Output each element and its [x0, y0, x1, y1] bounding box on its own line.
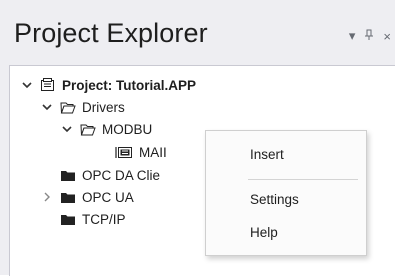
folder-open-icon	[60, 101, 76, 114]
tree-item-label: Project: Tutorial.APP	[62, 77, 197, 93]
tree-item-drivers[interactable]: Drivers	[40, 96, 125, 118]
tree-item-opc-ua[interactable]: OPC UA	[40, 186, 134, 208]
panel-title: Project Explorer	[14, 18, 208, 48]
tree-item-label: OPC DA Clie	[82, 167, 161, 183]
folder-icon	[60, 213, 76, 226]
folder-icon	[60, 169, 76, 182]
chevron-right-icon[interactable]	[40, 192, 54, 202]
menu-separator	[248, 179, 358, 180]
device-icon	[115, 146, 133, 159]
context-menu: Insert Settings Help	[205, 130, 367, 256]
tree-item-label: TCP/IP	[82, 211, 126, 227]
menu-item-help[interactable]: Help	[250, 225, 278, 240]
menu-item-settings[interactable]: Settings	[250, 192, 299, 207]
folder-open-icon	[80, 123, 96, 136]
tree-item-label: MODBU	[102, 121, 153, 137]
tree-item-tcp-ip[interactable]: TCP/IP	[40, 208, 126, 230]
folder-icon	[60, 191, 76, 204]
chevron-down-icon[interactable]	[20, 81, 34, 89]
window-controls: ▾ ×	[349, 28, 391, 44]
menu-item-insert[interactable]: Insert	[250, 147, 284, 162]
chevron-down-icon[interactable]	[40, 103, 54, 111]
tree-item-main[interactable]: MAII	[115, 141, 167, 163]
tree-item-project[interactable]: Project: Tutorial.APP	[20, 74, 196, 96]
panel-titlebar: Project Explorer ▾ ×	[0, 0, 395, 56]
tree-item-opc-da-client[interactable]: OPC DA Clie	[40, 164, 160, 186]
tree-item-modbus[interactable]: MODBU	[60, 118, 152, 140]
tree-item-label: MAII	[139, 144, 167, 160]
chevron-down-icon[interactable]	[60, 125, 74, 133]
chevron-down-icon[interactable]: ▾	[349, 28, 356, 44]
project-explorer-panel: Project Explorer ▾ × Project: Tutorial.A…	[0, 0, 395, 276]
project-icon	[40, 78, 56, 92]
tree-item-label: OPC UA	[82, 189, 134, 205]
pin-icon[interactable]	[364, 29, 374, 44]
tree-item-label: Drivers	[82, 99, 125, 115]
close-icon[interactable]: ×	[383, 29, 391, 44]
